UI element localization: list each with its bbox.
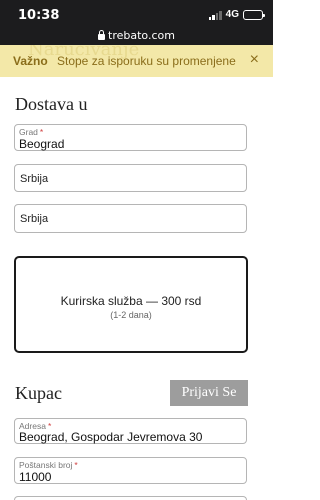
shipping-option-card[interactable]: Kurirska služba — 300 rsd (1-2 dana) — [14, 256, 248, 353]
url-text: trebato.com — [108, 29, 175, 42]
delivery-heading: Dostava u — [15, 94, 88, 114]
country-select[interactable]: Srbija — [14, 164, 247, 192]
address-bar[interactable]: trebato.com — [0, 29, 273, 42]
postal-code-label: Poštanski broj * — [19, 460, 78, 470]
buyer-heading: Kupac — [15, 383, 62, 403]
address-value: Beograd, Gospodar Jevremova 30 — [19, 430, 203, 444]
shipping-option-title: Kurirska služba — 300 rsd — [60, 294, 202, 308]
region-value: Srbija — [20, 213, 49, 225]
network-label: 4G — [225, 9, 239, 20]
region-select[interactable]: Srbija — [14, 204, 247, 233]
notice-banner: Naručivanje Važno Stope za isporuku su p… — [0, 45, 273, 77]
city-field[interactable]: Grad * Beograd — [14, 124, 247, 151]
address-field[interactable]: Adresa * Beograd, Gospodar Jevremova 30 — [14, 418, 247, 444]
notice-text: Stope za isporuku su promenjene — [57, 54, 236, 68]
postal-code-value: 11000 — [19, 470, 52, 484]
status-icons: 4G — [208, 9, 265, 20]
notice-title: Važno — [13, 54, 48, 68]
battery-icon — [243, 9, 265, 20]
close-icon[interactable]: × — [250, 51, 259, 69]
country-value: Srbija — [20, 173, 49, 185]
login-button[interactable]: Prijavi Se — [170, 380, 248, 406]
clock: 10:38 — [18, 8, 60, 23]
city-value: Beograd — [19, 137, 65, 151]
city-label: Grad * — [19, 127, 44, 137]
next-field-partial[interactable] — [14, 496, 247, 500]
signal-icon — [208, 10, 222, 20]
shipping-option-duration: (1-2 dana) — [110, 310, 152, 320]
postal-code-field[interactable]: Poštanski broj * 11000 — [14, 457, 247, 484]
lock-icon — [98, 30, 106, 40]
status-bar: 10:38 4G trebato.com — [0, 0, 273, 45]
